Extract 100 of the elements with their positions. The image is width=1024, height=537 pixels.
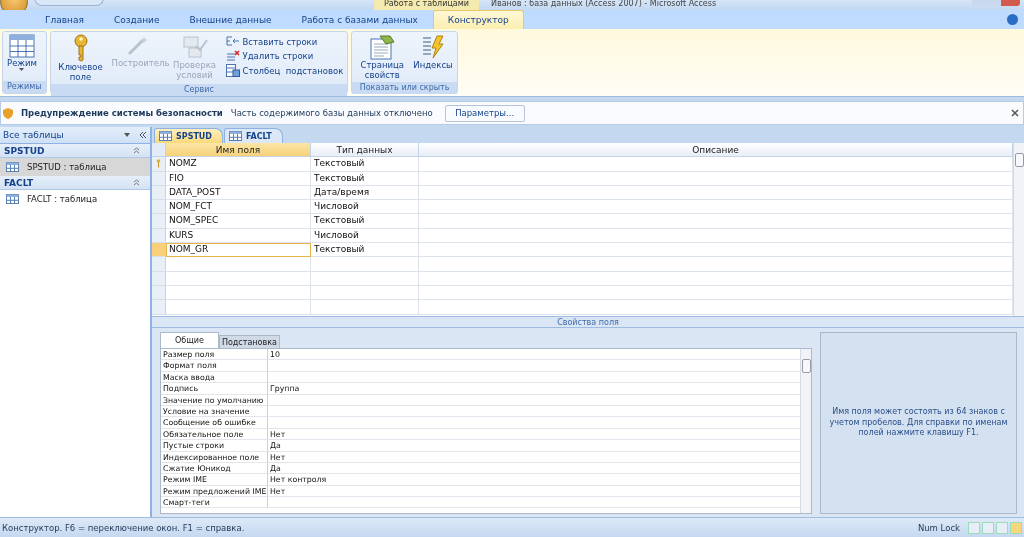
collapse-group-icon[interactable]	[133, 147, 140, 154]
field-name-cell[interactable]: DATA_POST	[166, 185, 311, 201]
table-icon	[6, 162, 19, 172]
property-tab[interactable]: Общие	[160, 332, 219, 348]
ribbon-button[interactable]: Режим	[5, 33, 39, 80]
document-tab[interactable]: FACLT	[224, 128, 283, 143]
description-cell[interactable]	[419, 185, 1013, 201]
shield-icon	[3, 107, 13, 119]
description-cell[interactable]	[419, 157, 1013, 172]
table-cell[interactable]	[311, 300, 419, 315]
table-cell[interactable]	[419, 271, 1013, 286]
insert-rows-icon	[225, 36, 240, 47]
document-tab[interactable]: SPSTUD	[154, 128, 223, 143]
navigation-item[interactable]: SPSTUD : таблица	[0, 158, 150, 176]
view-button[interactable]	[1010, 521, 1022, 534]
row-selector[interactable]	[152, 243, 166, 258]
data-type-cell[interactable]: Числовой	[311, 228, 419, 244]
dropdown-icon[interactable]	[123, 131, 131, 139]
field-name-cell[interactable]: NOM_SPEC	[166, 214, 311, 229]
data-type-cell[interactable]: Текстовый	[311, 243, 419, 258]
description-cell[interactable]	[419, 228, 1013, 244]
field-name-cell[interactable]: KURS	[166, 228, 311, 244]
delete-rows-icon	[225, 50, 240, 61]
ribbon-small-button[interactable]: Столбец подстановок	[223, 63, 346, 78]
data-type-cell[interactable]: Текстовый	[311, 157, 419, 172]
table-cell[interactable]	[311, 271, 419, 286]
table-icon	[159, 131, 172, 141]
field-name-cell[interactable]: FIO	[166, 171, 311, 186]
navigation-group-title[interactable]: FACLT	[4, 177, 34, 188]
table-icon	[229, 131, 242, 141]
corner-cell[interactable]	[152, 143, 166, 158]
column-header: Имя поля	[166, 143, 311, 158]
property-sheet-icon	[368, 34, 397, 60]
help-icon[interactable]	[1007, 14, 1018, 25]
table-cell[interactable]	[166, 300, 311, 315]
ribbon-button[interactable]: Страница свойств	[354, 33, 411, 81]
ribbon-tab[interactable]: Конструктор	[432, 10, 524, 29]
ribbon-small-button[interactable]: Вставить строки	[223, 35, 346, 48]
quick-access-toolbar[interactable]	[34, 0, 104, 6]
view-button[interactable]	[982, 521, 994, 534]
description-cell[interactable]	[419, 200, 1013, 215]
table-cell[interactable]	[166, 257, 311, 272]
document-tab-label: SPSTUD	[176, 131, 212, 141]
num-lock-indicator: Num Lock	[917, 522, 960, 533]
help-text: Имя поля может состоять из 64 знаков с учетом пробелов. Для справки по именам полей нажмите клавишу F1.	[828, 407, 1009, 439]
ribbon-small-button[interactable]: Удалить строки	[223, 49, 346, 62]
navigation-item-label: FACLT : таблица	[27, 194, 98, 204]
group-title: Сервис	[50, 84, 348, 96]
scrollbar[interactable]	[1013, 143, 1024, 316]
data-type-cell[interactable]: Текстовый	[311, 214, 419, 229]
property-tab[interactable]: Подстановка	[218, 335, 280, 348]
collapse-group-icon[interactable]	[133, 179, 140, 186]
table-cell[interactable]	[419, 257, 1013, 272]
window-controls[interactable]	[972, 0, 1020, 6]
group-title: Режимы	[3, 81, 46, 93]
close-icon[interactable]	[1011, 107, 1019, 119]
ribbon-tab[interactable]: Главная	[30, 10, 99, 29]
security-warning-title: Предупреждение системы безопасности	[21, 108, 223, 118]
table-cell[interactable]	[166, 285, 311, 301]
options-button[interactable]: Параметры...	[444, 104, 525, 122]
column-header: Описание	[419, 143, 1013, 158]
data-type-cell[interactable]: Текстовый	[311, 171, 419, 186]
row-selector[interactable]	[152, 157, 166, 172]
row-selector[interactable]	[152, 214, 166, 229]
data-type-cell[interactable]: Числовой	[311, 200, 419, 215]
row-selector[interactable]	[152, 300, 166, 315]
column-header: Тип данных	[311, 143, 419, 158]
ribbon-button[interactable]: Ключевое поле	[52, 33, 109, 83]
document-tab-label: FACLT	[246, 131, 272, 141]
row-selector[interactable]	[152, 257, 166, 272]
table-cell[interactable]	[311, 285, 419, 301]
field-name-cell[interactable]: NOM_GR	[166, 243, 311, 258]
table-icon	[6, 194, 19, 204]
status-message: Конструктор. F6 = переключение окон. F1 = справка.	[2, 522, 245, 533]
table-cell[interactable]	[166, 271, 311, 286]
field-name-cell[interactable]: NOMZ	[166, 157, 311, 172]
context-tab-title: Работа с таблицами	[374, 0, 479, 10]
field-name-cell[interactable]: NOM_FCT	[166, 200, 311, 215]
validation-icon	[181, 34, 208, 60]
navigation-item-label: SPSTUD : таблица	[27, 162, 107, 172]
ribbon-tab[interactable]: Внешние данные	[174, 10, 287, 29]
ribbon-button[interactable]: Индексы	[411, 33, 455, 81]
ribbon-tab[interactable]: Работа с базами данных	[286, 10, 433, 29]
field-properties-title: Свойства поля	[152, 317, 1024, 328]
window-title: Иванов : база данных (Access 2007) - Microsoft Access	[491, 0, 717, 8]
table-cell[interactable]	[311, 257, 419, 272]
ribbon-tab[interactable]: Создание	[98, 10, 175, 29]
collapse-icon[interactable]	[139, 131, 147, 139]
table-cell[interactable]	[419, 300, 1013, 315]
description-cell[interactable]	[419, 171, 1013, 186]
scrollbar[interactable]	[800, 349, 811, 513]
row-selector[interactable]	[152, 200, 166, 215]
description-cell[interactable]	[419, 243, 1013, 258]
description-cell[interactable]	[419, 214, 1013, 229]
table-cell[interactable]	[419, 285, 1013, 301]
lookup-column-icon	[225, 64, 240, 77]
data-type-cell[interactable]: Дата/время	[311, 185, 419, 201]
view-button[interactable]	[996, 521, 1008, 534]
view-button[interactable]	[968, 521, 980, 534]
group-title: Показать или скрыть	[352, 82, 457, 94]
